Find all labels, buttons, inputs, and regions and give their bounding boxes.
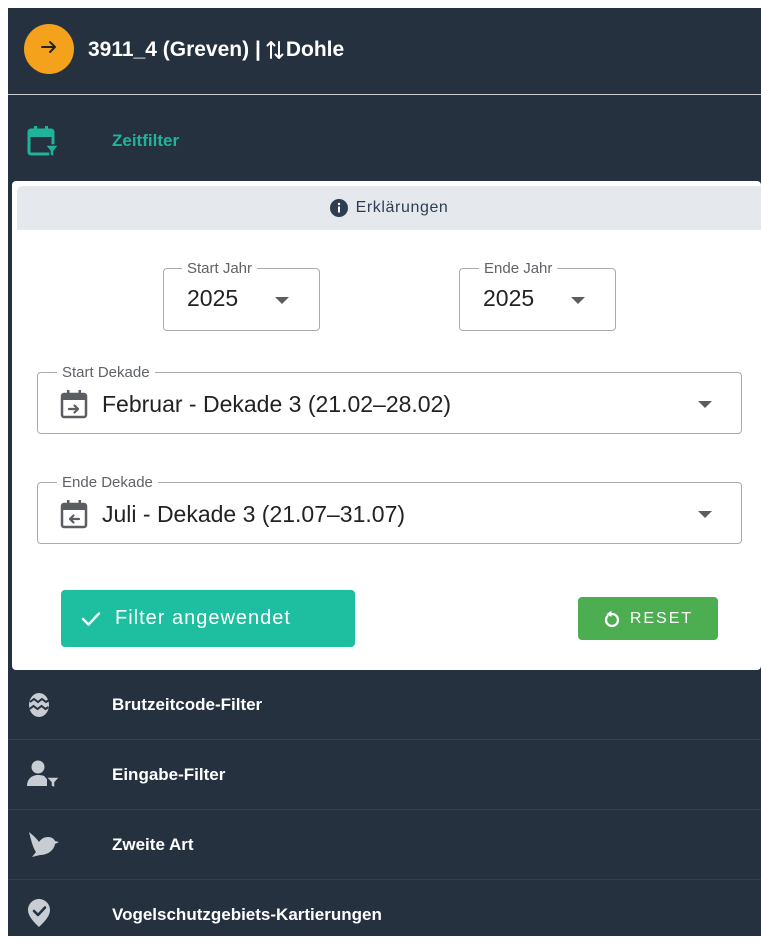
bird-icon [26,830,60,863]
header: 3911_4 (Greven) | Dohle [8,8,761,94]
menu-item-vogelschutzgebiete-label: Vogelschutzgebiets-Kartierungen [112,905,382,924]
end-decade-legend: Ende Dekade [57,474,158,491]
start-year-select[interactable]: Start Jahr 2025 [163,260,320,331]
end-decade-select[interactable]: Ende Dekade Juli - Dekade 3 (21.07–31.07… [37,474,742,544]
reset-button[interactable]: RESET [578,597,718,640]
header-title: 3911_4 (Greven) | Dohle [88,35,344,65]
start-decade-legend: Start Dekade [57,364,155,381]
reset-label: RESET [629,609,694,627]
menu-item-vogelschutzgebiete[interactable]: Vogelschutzgebiets-Kartierungen [8,880,761,950]
apply-filter-button[interactable]: Filter angewendet [61,590,355,647]
apply-filter-label: Filter angewendet [115,607,291,629]
menu-item-brutzeitcode[interactable]: Brutzeitcode-Filter [8,670,761,740]
menu-item-eingabe-filter[interactable]: Eingabe-Filter [8,740,761,810]
header-title-species: Dohle [285,38,345,61]
calendar-arrow-left-icon [60,499,88,534]
start-decade-value: Februar - Dekade 3 (21.02–28.02) [102,391,452,417]
person-filter-icon [26,758,62,795]
zeitfilter-label: Zeitfilter [112,131,180,150]
restore-icon [603,610,620,628]
info-icon [329,199,348,217]
calendar-arrow-right-icon [60,389,88,424]
menu-item-zweite-art[interactable]: Zweite Art [8,810,761,880]
chevron-down-icon [571,297,585,304]
chevron-down-icon [275,297,289,304]
start-decade-select[interactable]: Start Dekade Februar - Dekade 3 (21.02–2… [37,364,742,434]
menu-item-zeitfilter[interactable]: Zeitfilter [8,109,761,173]
menu-item-eingabe-filter-label: Eingabe-Filter [112,765,226,784]
end-year-legend: Ende Jahr [479,260,558,277]
explain-label: Erklärungen [355,199,449,216]
menu-item-brutzeitcode-label: Brutzeitcode-Filter [112,695,263,714]
menu-item-zweite-art-label: Zweite Art [112,835,194,854]
end-decade-value: Juli - Dekade 3 (21.07–31.07) [102,501,406,527]
egg-icon [26,690,52,723]
check-icon [81,611,101,627]
side-panel: 3911_4 (Greven) | Dohle Zeitfilter Erklä… [8,8,761,936]
header-title-prefix: 3911_4 (Greven) | [88,38,261,61]
swap-vertical-icon[interactable] [266,38,284,62]
header-divider [8,94,761,95]
start-year-value: 2025 [187,285,239,311]
shield-check-icon [26,898,52,933]
chevron-down-icon [698,511,712,518]
chevron-down-icon [698,401,712,408]
arrow-right-icon [40,38,58,61]
calendar-filter-icon [26,125,62,164]
nav-button[interactable] [24,24,74,74]
zeitfilter-card: Erklärungen Start Jahr 2025 Ende Jahr 20… [12,181,761,670]
end-year-value: 2025 [483,285,535,311]
start-year-legend: Start Jahr [182,260,258,277]
end-year-select[interactable]: Ende Jahr 2025 [459,260,616,331]
explain-button[interactable]: Erklärungen [17,186,761,230]
